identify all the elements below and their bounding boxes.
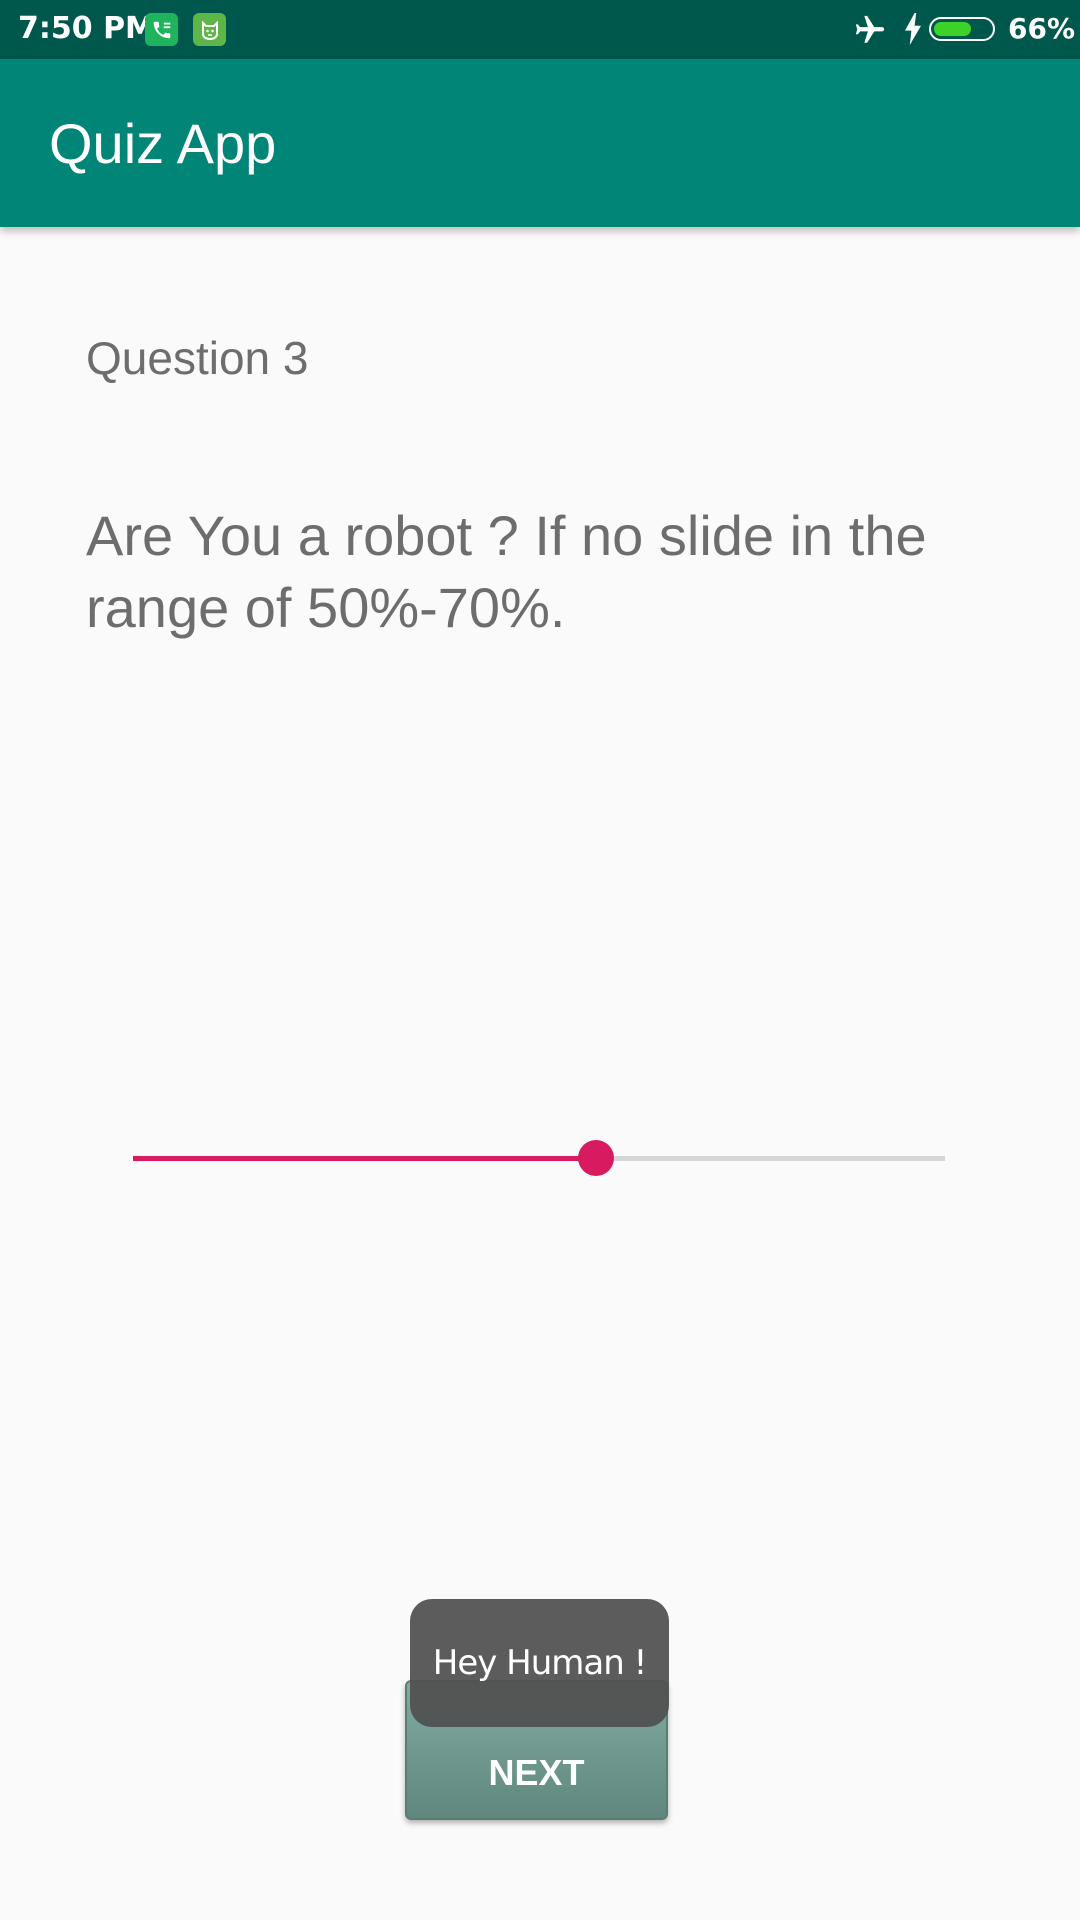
- answer-slider[interactable]: [133, 1140, 945, 1176]
- question-number: Question 3: [86, 332, 309, 384]
- battery-icon: [929, 17, 995, 41]
- cat-notification-icon: [193, 13, 226, 46]
- charging-icon: [903, 13, 923, 50]
- battery-percent: 66%: [1008, 12, 1076, 45]
- slider-thumb[interactable]: [577, 1140, 614, 1176]
- status-bar: 7:50 PM 66%: [0, 0, 1080, 59]
- airplane-mode-icon: [852, 13, 888, 52]
- battery-level-fill: [934, 22, 971, 36]
- slider-progress: [133, 1156, 596, 1161]
- phone-notification-icon: [145, 13, 178, 46]
- app-title: Quiz App: [49, 112, 277, 175]
- status-time: 7:50 PM: [18, 11, 155, 46]
- toast-message: Hey Human !: [410, 1599, 669, 1727]
- question-text: Are You a robot ? If no slide in the ran…: [86, 504, 927, 639]
- app-bar: Quiz App: [0, 59, 1080, 227]
